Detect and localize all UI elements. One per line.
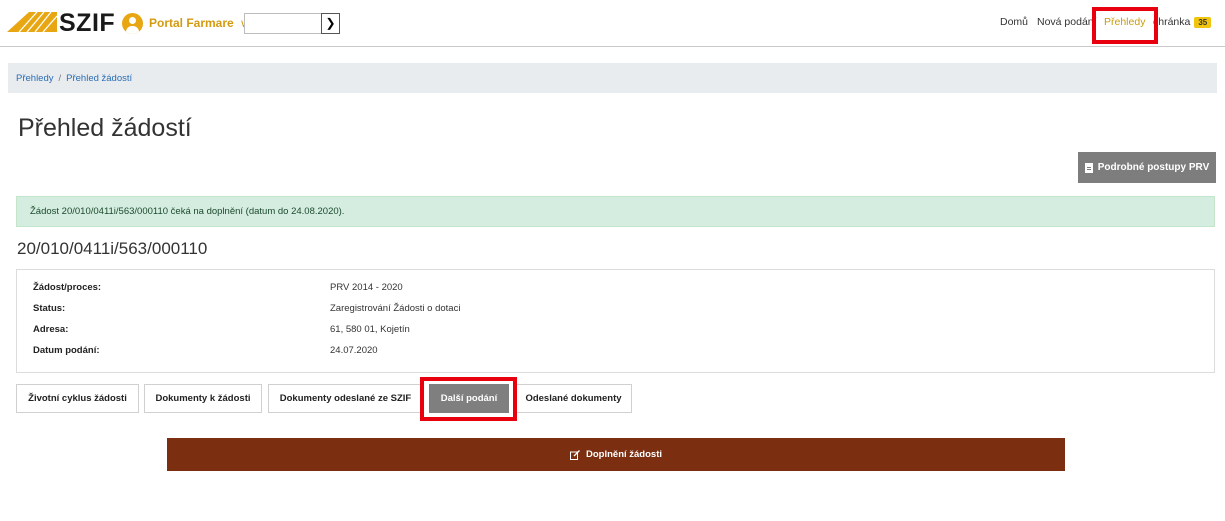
detail-value: Zaregistrování Žádosti o dotaci [330,303,461,314]
complete-application-label: Doplnění žádosti [586,449,662,460]
detail-value: PRV 2014 - 2020 [330,282,403,293]
breadcrumb-separator: / [58,72,62,84]
prv-procedures-label: Podrobné postupy PRV [1097,162,1210,173]
prv-procedures-button[interactable]: Podrobné postupy PRV [1078,152,1216,183]
edit-icon [570,449,580,460]
application-id: 20/010/0411i/563/000110 [17,239,208,258]
application-details-panel: Žádost/proces: PRV 2014 - 2020 Status: Z… [16,269,1215,373]
nav-inbox-label: chránka [1153,16,1191,28]
user-icon [122,12,143,34]
nav-overviews[interactable]: Přehledy [1104,16,1145,28]
nav-home[interactable]: Domů [1000,16,1028,28]
tab-sent-documents[interactable]: Odeslané dokumenty [515,384,632,413]
nav-new-submissions[interactable]: Nová podání [1037,16,1097,28]
search-input[interactable] [244,13,327,34]
portal-label: Portal Farmare [149,16,234,30]
detail-label: Status: [33,303,66,314]
detail-label: Datum podání: [33,345,100,356]
portal-menu[interactable]: Portal Farmare ∨ [122,11,248,35]
search-submit-button[interactable]: ❯ [321,13,340,34]
detail-value: 61, 580 01, Kojetín [330,324,410,335]
detail-value: 24.07.2020 [330,345,378,356]
alert-text: Žádost 20/010/0411i/563/000110 čeká na d… [30,206,345,217]
detail-label: Žádost/proces: [33,282,102,293]
tab-further-submissions[interactable]: Další podání [429,384,509,413]
inbox-count-badge: 35 [1194,16,1212,28]
detail-label: Adresa: [33,324,69,335]
page-title: Přehled žádostí [18,114,192,142]
document-icon [1084,162,1093,173]
chevron-right-icon: ❯ [325,16,336,30]
tab-lifecycle[interactable]: Životní cyklus žádosti [16,384,139,413]
breadcrumb-item-applications[interactable]: Přehled žádostí [66,73,132,84]
logo-text[interactable]: SZIF [59,9,115,38]
tab-application-documents[interactable]: Dokumenty k žádosti [144,384,262,413]
tab-documents-sent-from-szif[interactable]: Dokumenty odeslané ze SZIF [268,384,423,413]
nav-inbox[interactable]: chránka 35 [1153,16,1212,28]
breadcrumb: Přehledy / Přehled žádostí [8,63,1217,93]
status-alert: Žádost 20/010/0411i/563/000110 čeká na d… [16,196,1215,227]
complete-application-button[interactable]: Doplnění žádosti [167,438,1065,471]
top-bar: SZIF Portal Farmare ∨ ❯ Domů Nová podání… [0,0,1225,47]
szif-logo-icon [7,12,57,32]
breadcrumb-item-overviews[interactable]: Přehledy [16,73,54,84]
